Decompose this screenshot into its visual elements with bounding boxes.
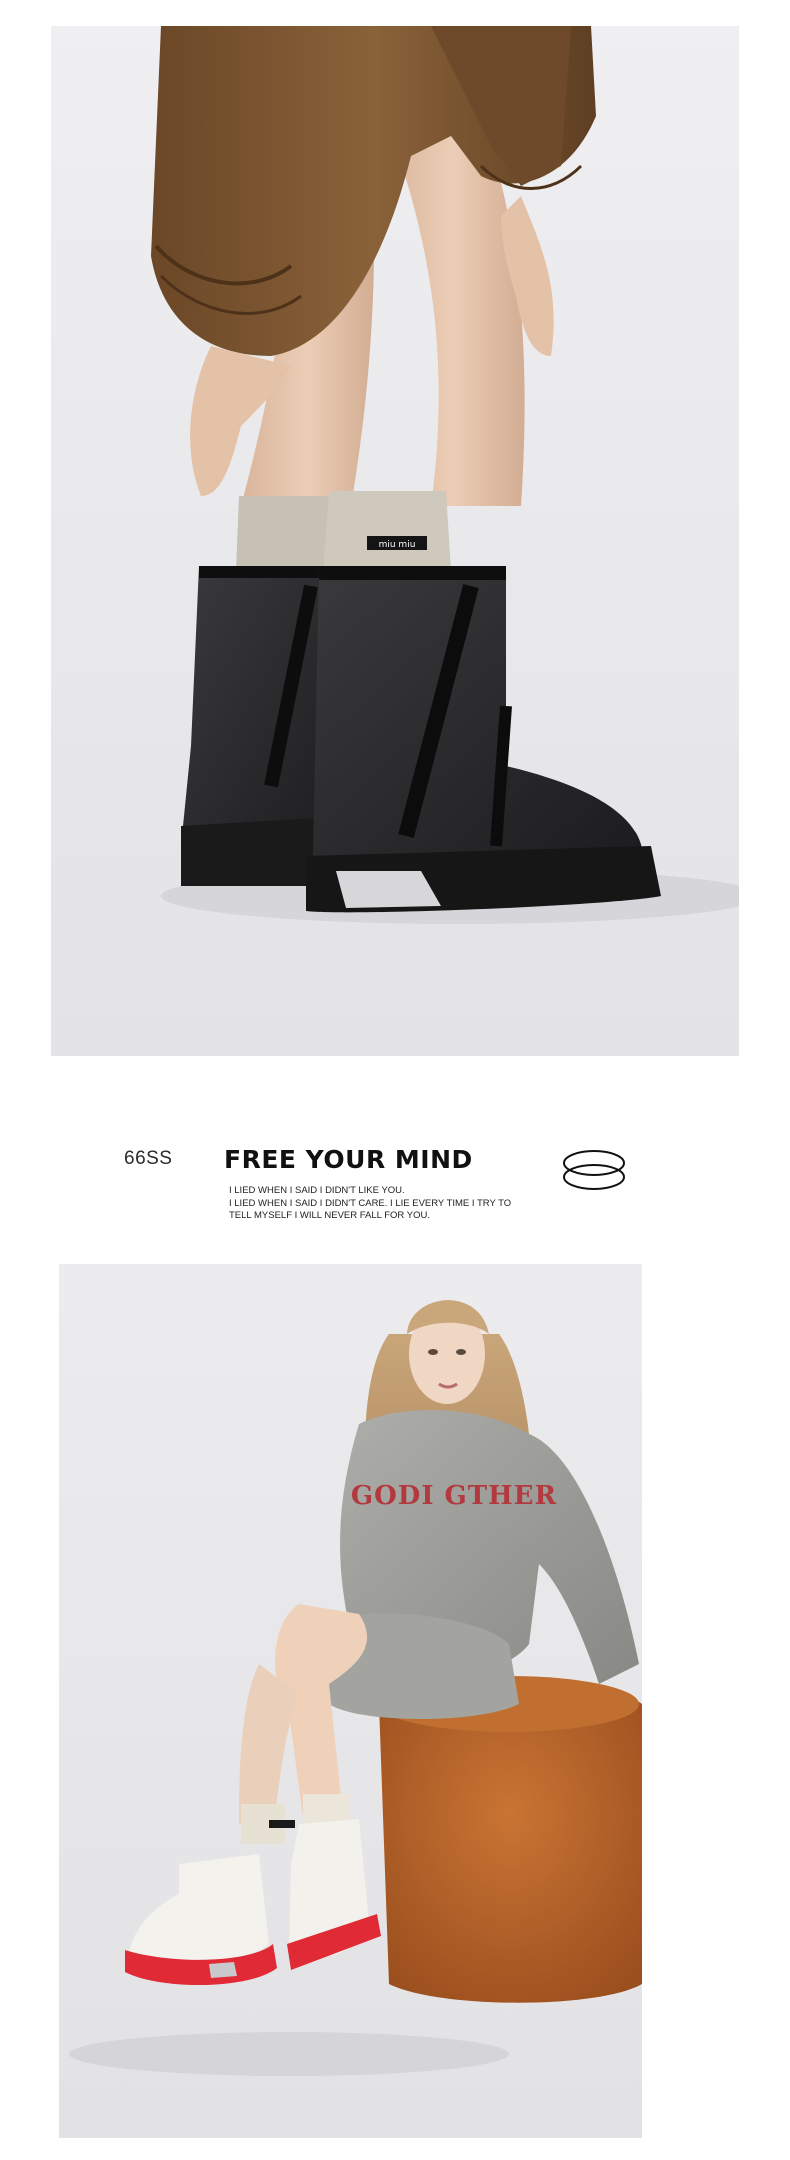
- tagline-line: I LIED WHEN I SAID I DIDN'T LIKE YOU.: [229, 1185, 405, 1196]
- collection-code: 66SS: [124, 1148, 173, 1169]
- lifestyle-photo-white-boots: GODI GTHER: [59, 1264, 642, 2138]
- double-ring-icon: [562, 1148, 626, 1192]
- product-photo-black-boots: miu miu: [51, 26, 739, 1056]
- sweater-print: GODI GTHER: [351, 1481, 557, 1511]
- tagline-line: TELL MYSELF I WILL NEVER FALL FOR YOU.: [229, 1210, 430, 1221]
- boot-label-text: miu miu: [379, 540, 416, 550]
- tagline: I LIED WHEN I SAID I DIDN'T LIKE YOU. I …: [229, 1185, 519, 1223]
- headline: FREE YOUR MIND: [224, 1145, 473, 1174]
- tagline-line: I LIED WHEN I SAID I DIDN'T CARE. I LIE …: [229, 1197, 512, 1209]
